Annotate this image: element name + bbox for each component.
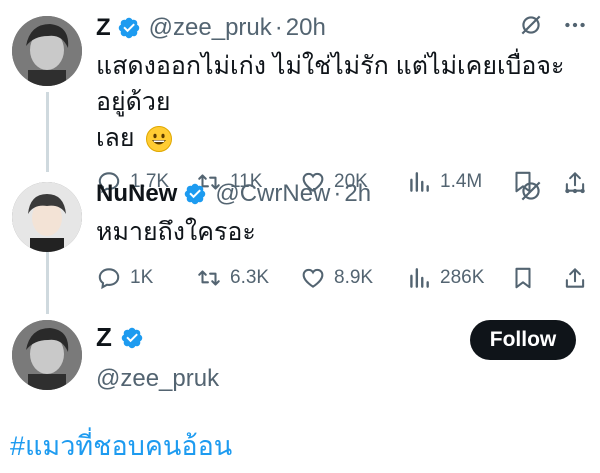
tweet-text-line: เลย (96, 124, 135, 152)
reply-button[interactable]: 1K (96, 265, 196, 291)
verified-badge-icon (185, 183, 206, 205)
tweet-text-line: แสดงออกไม่เก่ง ไม่ใช่ไม่รัก แต่ไม่เคยเบื… (96, 52, 565, 116)
handle[interactable]: @zee_pruk (149, 14, 272, 42)
verified-badge-icon (121, 327, 143, 348)
share-icon[interactable] (562, 265, 588, 291)
avatar[interactable] (12, 182, 82, 252)
tweet-text-line: หมายถึงใครอะ (96, 218, 256, 246)
display-name[interactable]: NuNew (96, 180, 177, 208)
tweet-text: หมายถึงใครอะ (96, 214, 588, 250)
like-count: 8.9K (334, 267, 374, 288)
handle[interactable]: @zee_pruk (96, 365, 588, 393)
reply-count: 1K (130, 267, 154, 288)
reply-icon (98, 268, 120, 290)
grinning-face-icon (146, 126, 173, 153)
tweet[interactable]: Z @zee_pruk · 20h แสดงออกไม่เก่ง ไม่ใช่ไ… (96, 12, 588, 198)
display-name[interactable]: Z (96, 14, 111, 42)
thread-line (46, 252, 49, 314)
verified-badge-icon (118, 17, 139, 39)
thread-line (46, 92, 49, 172)
retweet-count: 6.3K (230, 267, 270, 288)
grok-icon[interactable] (518, 12, 544, 38)
more-icon[interactable] (562, 12, 588, 38)
retweet-icon (198, 270, 220, 286)
view-count: 286K (440, 267, 485, 288)
avatar[interactable] (12, 16, 82, 86)
display-name[interactable]: Z (96, 322, 112, 353)
hashtag-link[interactable]: #แมวที่ชอบคนอ้อน (10, 424, 232, 467)
handle[interactable]: @CwrNew (215, 180, 330, 208)
retweet-button[interactable]: 6.3K (196, 265, 300, 291)
like-button[interactable]: 8.9K (300, 265, 406, 291)
follow-button[interactable]: Follow (470, 320, 576, 360)
tweet[interactable]: NuNew @CwrNew · 2h หมายถึงใครอะ 1K 6.3K … (96, 178, 588, 294)
more-icon[interactable] (562, 178, 588, 204)
views-icon (410, 268, 429, 288)
avatar[interactable] (12, 320, 82, 390)
timestamp[interactable]: 2h (344, 180, 371, 208)
grok-icon[interactable] (518, 178, 544, 204)
heart-icon (302, 268, 324, 288)
timestamp[interactable]: 20h (286, 14, 326, 42)
views-button[interactable]: 286K (406, 265, 510, 291)
separator-dot: · (333, 180, 342, 207)
separator-dot: · (274, 14, 283, 41)
tweet-text: แสดงออกไม่เก่ง ไม่ใช่ไม่รัก แต่ไม่เคยเบื… (96, 48, 588, 156)
bookmark-icon[interactable] (510, 265, 536, 291)
